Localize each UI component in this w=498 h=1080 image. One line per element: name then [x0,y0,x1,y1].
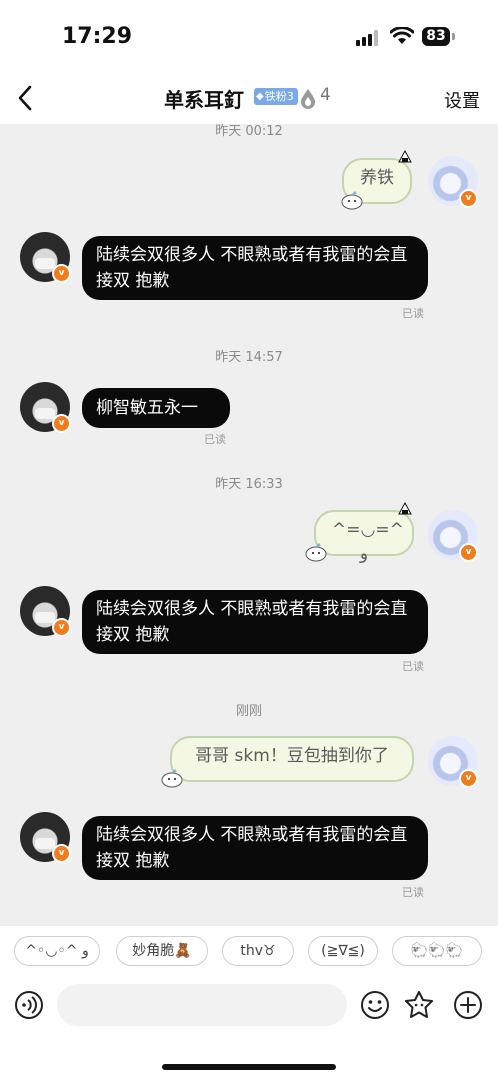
chat-title[interactable]: 单系耳釘 [164,84,244,113]
add-icon[interactable] [453,990,483,1020]
message-bubble-received[interactable]: 陆续会双很多人 不眼熟或者有我雷的会直接双 抱歉 [82,590,428,654]
quick-reply-chip[interactable]: 妙角脆🧸 [116,936,208,966]
verified-badge-icon: v [52,844,71,863]
timestamp: 昨天 16:33 [215,477,283,492]
pet-sticker-icon [341,191,363,210]
verified-badge-icon: v [459,769,478,788]
back-arrow-icon[interactable] [12,80,40,116]
fan-level-badge: ◆ 铁粉3 [254,88,298,105]
sticker-icon[interactable] [404,990,434,1020]
quick-reply-chip[interactable]: ^◦◡◦^ ﻭ [14,936,100,966]
diamond-icon: ◆ [256,91,264,102]
timestamp: 昨天 00:12 [215,124,283,139]
signal-icon [356,30,378,46]
battery-indicator: 83 [422,27,450,46]
read-receipt: 已读 [402,886,424,899]
riceball-icon [398,502,412,515]
verified-badge-icon: v [459,543,478,562]
input-bar [0,976,498,1080]
pet-sticker-icon [161,769,183,788]
status-time: 17:29 [62,24,133,49]
read-receipt: 已读 [402,660,424,673]
home-indicator [162,1064,336,1070]
verified-badge-icon: v [52,414,71,433]
spark-icon [301,89,315,109]
settings-button[interactable]: 设置 [444,87,480,113]
timestamp: 昨天 14:57 [215,350,283,365]
message-bubble-sent[interactable]: ^=◡=^ ﻭ [314,510,414,564]
quick-reply-chip[interactable]: thv♉︎ [222,936,294,966]
verified-badge-icon: v [52,618,71,637]
message-input[interactable] [57,984,347,1026]
voice-icon[interactable] [14,990,44,1020]
message-bubble-sent[interactable]: 哥哥 skm！豆包抽到你了 [170,736,414,782]
message-bubble-received[interactable]: 陆续会双很多人 不眼熟或者有我雷的会直接双 抱歉 [82,236,428,300]
fire-count: 4 [320,85,331,105]
verified-badge-icon: v [52,264,71,283]
emoji-icon[interactable] [360,990,390,1020]
quick-reply-chip[interactable]: 🐑🐑🐑 [392,936,482,966]
battery-cap [452,33,455,40]
fan-level-label: 铁粉3 [264,90,294,103]
pet-sticker-icon [305,543,327,562]
wifi-icon [390,27,414,44]
read-receipt: 已读 [402,307,424,320]
quick-reply-bar: ^◦◡◦^ ﻭ 妙角脆🧸 thv♉︎ (≧∇≦) 🐑🐑🐑 [0,926,498,976]
timestamp: 刚刚 [235,704,262,719]
message-bubble-received[interactable]: 柳智敏五永一 [82,388,230,428]
verified-badge-icon: v [459,189,478,208]
riceball-icon [398,150,412,163]
quick-reply-chip[interactable]: (≧∇≦) [308,936,378,966]
status-bar: 17:29 83 [0,0,498,74]
nav-bar: 单系耳釘 ◆ 铁粉3 4 设置 [0,74,498,124]
read-receipt: 已读 [204,433,226,446]
message-list[interactable]: 昨天 00:12 养铁 v v 陆续会双很多人 不眼熟或者有我雷的会直接双 抱歉… [0,124,498,926]
message-bubble-received[interactable]: 陆续会双很多人 不眼熟或者有我雷的会直接双 抱歉 [82,816,428,880]
